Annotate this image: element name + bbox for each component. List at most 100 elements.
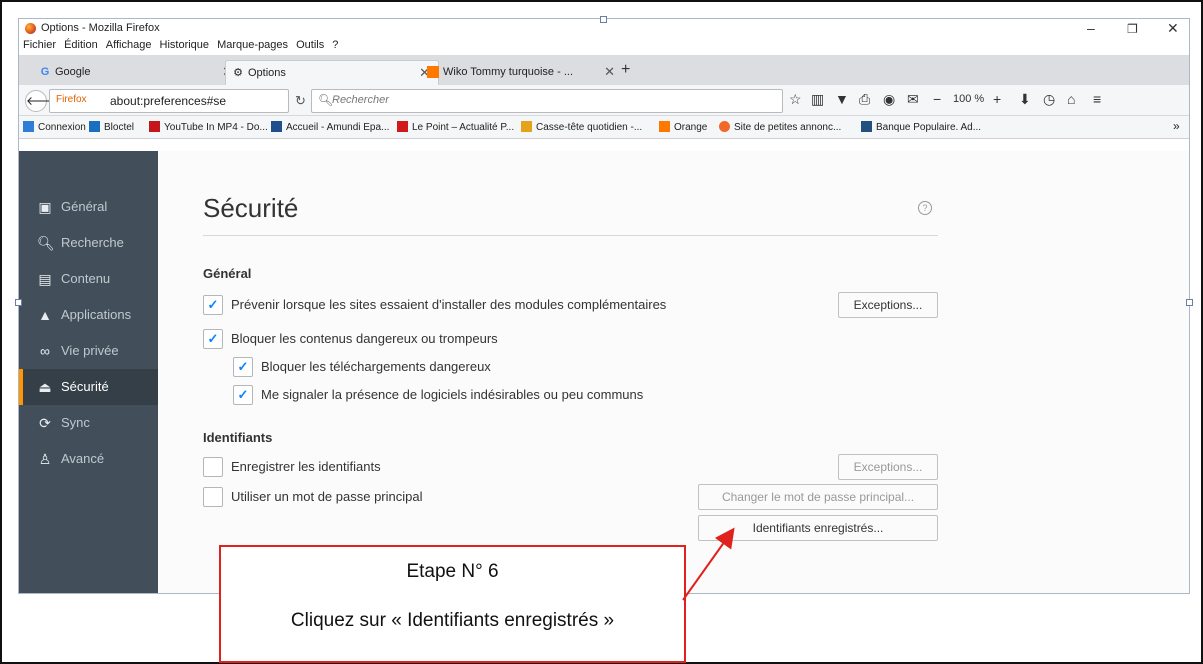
bookmark-label: Connexion (38, 122, 86, 133)
help-icon[interactable]: ? (918, 201, 932, 215)
bookmark-favicon-icon (521, 121, 532, 132)
bookmark-favicon-icon (719, 121, 730, 132)
lock-icon: ⏏ (38, 379, 52, 395)
checkbox-label: Bloquer les contenus dangereux ou trompe… (231, 331, 498, 346)
sidebar-item-label: Sécurité (61, 379, 109, 394)
sidebar-item-securite[interactable]: ⏏ Sécurité (19, 369, 158, 405)
hello-icon[interactable]: ◉ (883, 91, 895, 108)
tab-label: Google (55, 66, 91, 78)
tab-wiko[interactable]: Wiko Tommy turquoise - ... ✕ (421, 60, 623, 84)
bookmark-banque-populaire[interactable]: Banque Populaire. Ad... (861, 121, 981, 133)
window-title: Options - Mozilla Firefox (41, 22, 160, 34)
new-tab-button[interactable]: + (621, 61, 630, 79)
sidebar-item-general[interactable]: ▣ Général (19, 189, 158, 225)
home-icon[interactable]: ⌂ (1067, 91, 1075, 107)
annotation-instruction: Cliquez sur « Identifiants enregistrés » (290, 610, 615, 631)
master-password-checkbox-row[interactable]: Utiliser un mot de passe principal (203, 487, 503, 509)
firefox-logo-icon (25, 23, 36, 34)
addons-exceptions-button[interactable]: Exceptions... (838, 292, 938, 318)
sidebar-item-label: Avancé (61, 451, 105, 466)
save-logins-checkbox-row[interactable]: Enregistrer les identifiants (203, 457, 503, 479)
block-downloads-checkbox-row[interactable]: ✓ Bloquer les téléchargements dangereux (233, 357, 633, 379)
bookmark-bloctel[interactable]: Bloctel (89, 121, 134, 133)
download-icon[interactable]: ⬇ (1019, 91, 1031, 108)
checkbox-label: Bloquer les téléchargements dangereux (261, 359, 491, 374)
mail-icon[interactable]: ✉ (907, 91, 919, 108)
menu-historique[interactable]: Historique (160, 39, 210, 51)
search-bar[interactable]: 🔍︎ Rechercher (311, 89, 783, 113)
saved-logins-button[interactable]: Identifiants enregistrés... (698, 515, 938, 541)
bookmark-petites-annonces[interactable]: Site de petites annonc... (719, 121, 841, 133)
zoom-in-icon[interactable]: + (993, 91, 1001, 107)
tab-label: Options (248, 67, 286, 79)
menu-aide[interactable]: ? (332, 39, 338, 51)
gear-icon: ⚙ (233, 67, 243, 79)
checkbox-checked[interactable]: ✓ (233, 357, 253, 377)
section-heading-general: Général (203, 266, 252, 281)
bookmark-casse-tete[interactable]: Casse-tête quotidien -... (521, 121, 642, 133)
identity-label: Firefox (56, 94, 87, 105)
resize-handle (1186, 299, 1193, 306)
bookmarks-menu-icon[interactable]: ▥ (811, 91, 824, 108)
minimize-icon[interactable]: – (1087, 20, 1095, 36)
bookmark-favicon-icon (23, 121, 34, 132)
bookmark-label: Orange (674, 122, 708, 133)
hamburger-menu-icon[interactable]: ≡ (1093, 91, 1101, 107)
menu-marque-pages[interactable]: Marque-pages (217, 39, 288, 51)
print-icon[interactable]: ⎙ (859, 91, 870, 108)
logins-exceptions-button[interactable]: Exceptions... (838, 454, 938, 480)
back-button[interactable]: 🡐 (25, 90, 58, 112)
bookmark-orange[interactable]: Orange (659, 121, 707, 133)
checkbox-checked[interactable]: ✓ (203, 329, 223, 349)
bookmark-star-icon[interactable]: ☆ (789, 91, 802, 108)
bookmarks-bar: Connexion Bloctel YouTube In MP4 - Do...… (19, 116, 1189, 139)
bookmark-favicon-icon (397, 121, 408, 132)
menu-outils[interactable]: Outils (296, 39, 324, 51)
bookmark-label: Site de petites annonc... (734, 122, 842, 133)
addons-warning-checkbox-row[interactable]: ✓ Prévenir lorsque les sites essaient d'… (203, 295, 763, 317)
nav-bar: 🡐 Firefox about:preferences#se ↻ 🔍︎ Rech… (19, 85, 1189, 116)
bookmark-favicon-icon (89, 121, 100, 132)
change-master-password-button[interactable]: Changer le mot de passe principal... (698, 484, 938, 510)
bookmark-favicon-icon (271, 121, 282, 132)
menu-edition[interactable]: Édition (64, 39, 98, 51)
sidebar-item-label: Applications (61, 307, 132, 322)
checkbox-checked[interactable]: ✓ (233, 385, 253, 405)
tab-google[interactable]: G Google ✕ (33, 60, 241, 84)
block-dangerous-checkbox-row[interactable]: ✓ Bloquer les contenus dangereux ou trom… (203, 329, 603, 351)
bookmark-favicon-icon (149, 121, 160, 132)
bookmark-youtube-mp4[interactable]: YouTube In MP4 - Do... (149, 121, 268, 133)
checkbox-checked[interactable]: ✓ (203, 295, 223, 315)
search-icon: 🔍︎ (318, 93, 334, 107)
close-tab-icon[interactable]: ✕ (604, 60, 615, 84)
tab-options[interactable]: ⚙ Options ✕ (225, 60, 439, 85)
history-icon[interactable]: ◷ (1043, 91, 1055, 108)
menu-affichage[interactable]: Affichage (106, 39, 152, 51)
checkbox-unchecked[interactable] (203, 457, 223, 477)
sidebar-item-recherche[interactable]: 🔍︎ Recherche (19, 225, 158, 261)
sidebar-item-contenu[interactable]: ▤ Contenu (19, 261, 158, 297)
tab-label: Wiko Tommy turquoise - ... (443, 66, 573, 78)
unwanted-software-checkbox-row[interactable]: ✓ Me signaler la présence de logiciels i… (233, 385, 753, 407)
close-icon[interactable]: ✕ (1167, 20, 1179, 37)
restore-icon[interactable]: ❐ (1127, 22, 1138, 36)
sidebar-item-label: Général (61, 199, 108, 214)
resize-handle (600, 16, 607, 23)
menu-fichier[interactable]: Fichier (23, 39, 56, 51)
zoom-out-icon[interactable]: − (933, 91, 941, 107)
bookmarks-overflow-icon[interactable]: » (1173, 119, 1180, 133)
bookmark-amundi[interactable]: Accueil - Amundi Epa... (271, 121, 389, 133)
reload-icon[interactable]: ↻ (295, 93, 306, 109)
pocket-icon[interactable]: ▼ (835, 91, 849, 107)
checkbox-unchecked[interactable] (203, 487, 223, 507)
bookmark-le-point[interactable]: Le Point – Actualité P... (397, 121, 514, 133)
bookmark-connexion[interactable]: Connexion (23, 121, 86, 133)
zoom-level[interactable]: 100 % (953, 93, 984, 105)
sidebar-item-applications[interactable]: ▲ Applications (19, 297, 158, 333)
sidebar-item-avance[interactable]: ♙ Avancé (19, 441, 158, 477)
sidebar-item-vie-privee[interactable]: ∞ Vie privée (19, 333, 158, 369)
orange-favicon-icon (427, 66, 439, 78)
sidebar-item-sync[interactable]: ⟳ Sync (19, 405, 158, 441)
sidebar-item-label: Contenu (61, 271, 111, 286)
url-bar[interactable]: Firefox about:preferences#se (49, 89, 289, 113)
